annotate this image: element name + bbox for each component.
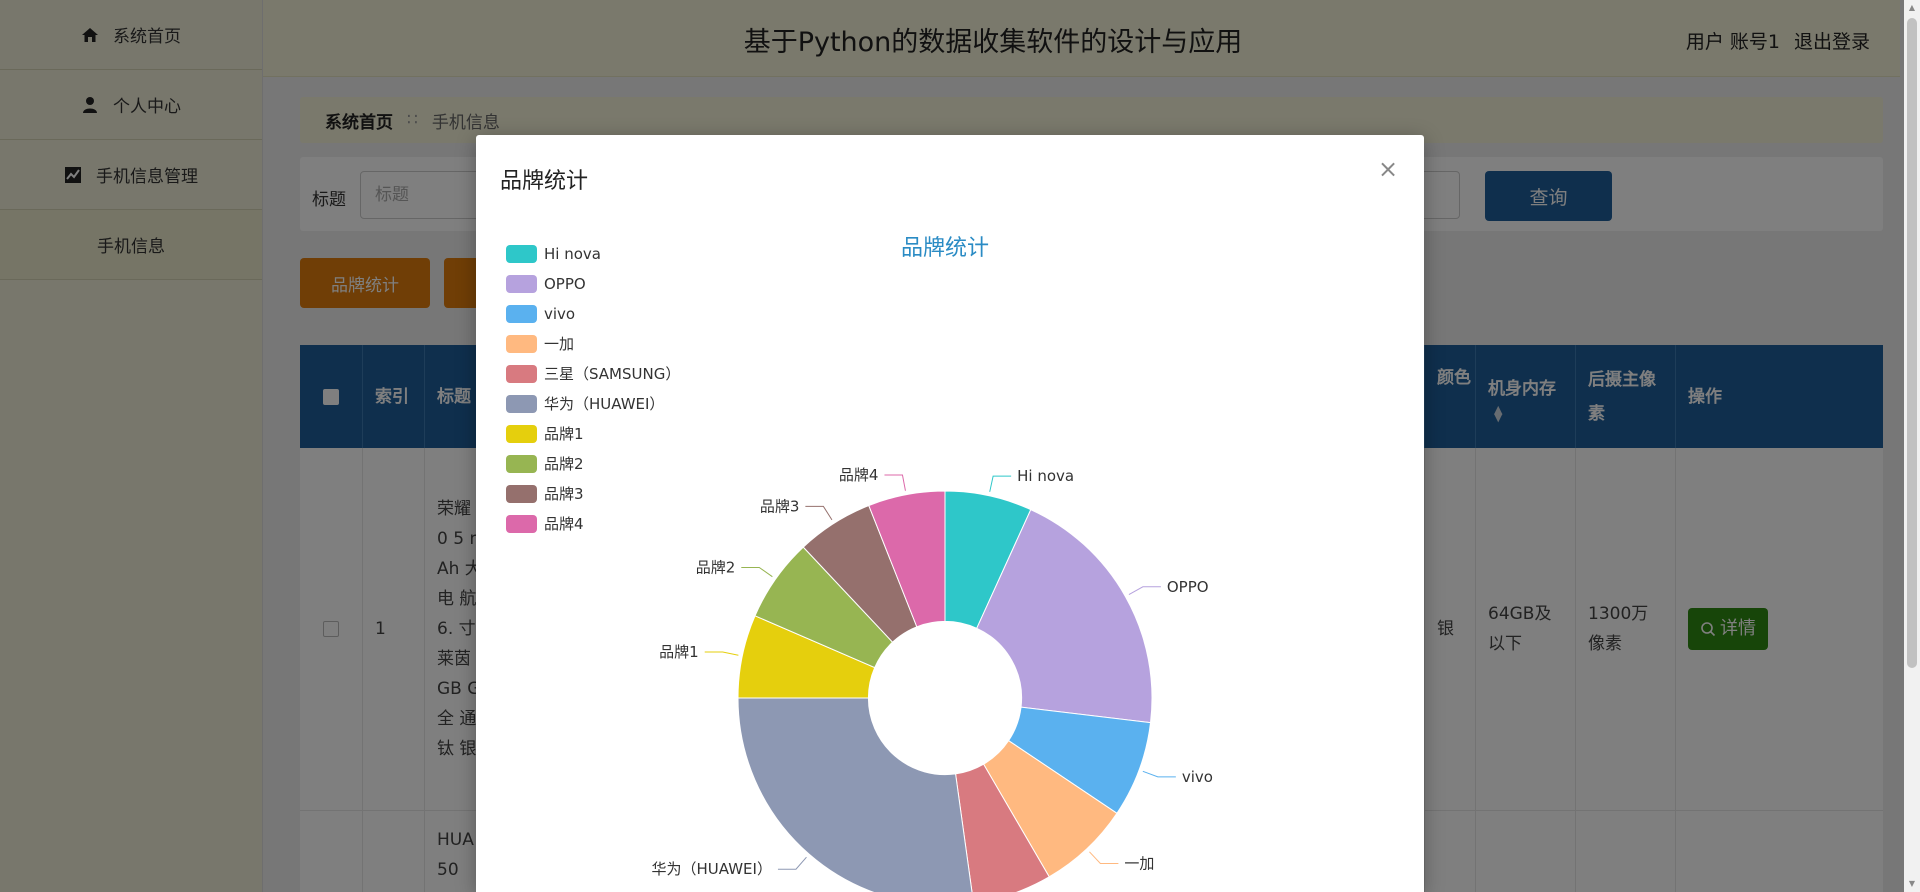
legend-swatch-品牌1 bbox=[506, 425, 537, 443]
legend-label-华为-huawei: 华为（HUAWEI） bbox=[544, 395, 664, 413]
slice-label-华为-huawei: 华为（HUAWEI） bbox=[652, 860, 772, 878]
slice-label-oppo: OPPO bbox=[1167, 578, 1209, 596]
leader-line-品牌2 bbox=[741, 566, 773, 578]
leader-line-oppo bbox=[1128, 586, 1161, 596]
legend-label-一加: 一加 bbox=[544, 335, 574, 353]
leader-line-品牌3 bbox=[805, 505, 833, 521]
slice-label-hi-nova: Hi nova bbox=[1017, 467, 1074, 485]
legend-label-hi-nova: Hi nova bbox=[544, 245, 601, 263]
legend-swatch-华为-huawei bbox=[506, 395, 537, 413]
scroll-up-icon[interactable]: ▲ bbox=[1907, 3, 1917, 13]
legend-swatch-品牌3 bbox=[506, 485, 537, 503]
leader-line-品牌1 bbox=[704, 651, 739, 656]
legend-swatch-oppo bbox=[506, 275, 537, 293]
chart-title: 品牌统计 bbox=[901, 236, 989, 261]
legend-label-品牌2: 品牌2 bbox=[544, 455, 584, 473]
slice-label-品牌3: 品牌3 bbox=[760, 497, 800, 515]
scroll-down-icon[interactable]: ▼ bbox=[1907, 879, 1917, 889]
legend-swatch-三星-samsung bbox=[506, 365, 537, 383]
slice-label-品牌1: 品牌1 bbox=[659, 643, 699, 661]
pie-slice-华为-huawei bbox=[737, 697, 973, 892]
leader-line-hi-nova bbox=[989, 475, 1012, 492]
leader-line-品牌4 bbox=[884, 474, 906, 491]
legend-label-品牌1: 品牌1 bbox=[544, 425, 584, 443]
legend-label-品牌4: 品牌4 bbox=[544, 515, 584, 533]
legend-swatch-vivo bbox=[506, 305, 537, 323]
slice-label-品牌2: 品牌2 bbox=[696, 558, 736, 576]
brand-stats-modal: 品牌统计 × 品牌统计 Hi nova OPPO vivo 一加 三星（SAMSUNG）华… bbox=[476, 135, 1424, 892]
legend-swatch-hi-nova bbox=[506, 245, 537, 263]
legend-label-oppo: OPPO bbox=[544, 275, 586, 293]
scroll-thumb[interactable] bbox=[1907, 18, 1917, 668]
leader-line-华为-huawei bbox=[777, 856, 807, 870]
page-scrollbar[interactable]: ▲ ▼ bbox=[1904, 0, 1920, 892]
pie-chart: 品牌统计Hi novaOPPOvivo一加三星（SAMSUNG）华为（HUAWE… bbox=[506, 236, 1213, 892]
leader-line-vivo bbox=[1142, 770, 1176, 778]
slice-label-vivo: vivo bbox=[1182, 768, 1213, 786]
legend-swatch-一加 bbox=[506, 335, 537, 353]
leader-line-一加 bbox=[1089, 851, 1119, 864]
legend-label-vivo: vivo bbox=[544, 305, 575, 323]
legend-label-品牌3: 品牌3 bbox=[544, 485, 584, 503]
slice-label-一加: 一加 bbox=[1124, 854, 1154, 872]
legend-swatch-品牌4 bbox=[506, 515, 537, 533]
legend-label-三星-samsung: 三星（SAMSUNG） bbox=[544, 365, 680, 383]
slice-label-品牌4: 品牌4 bbox=[839, 466, 879, 484]
legend-swatch-品牌2 bbox=[506, 455, 537, 473]
